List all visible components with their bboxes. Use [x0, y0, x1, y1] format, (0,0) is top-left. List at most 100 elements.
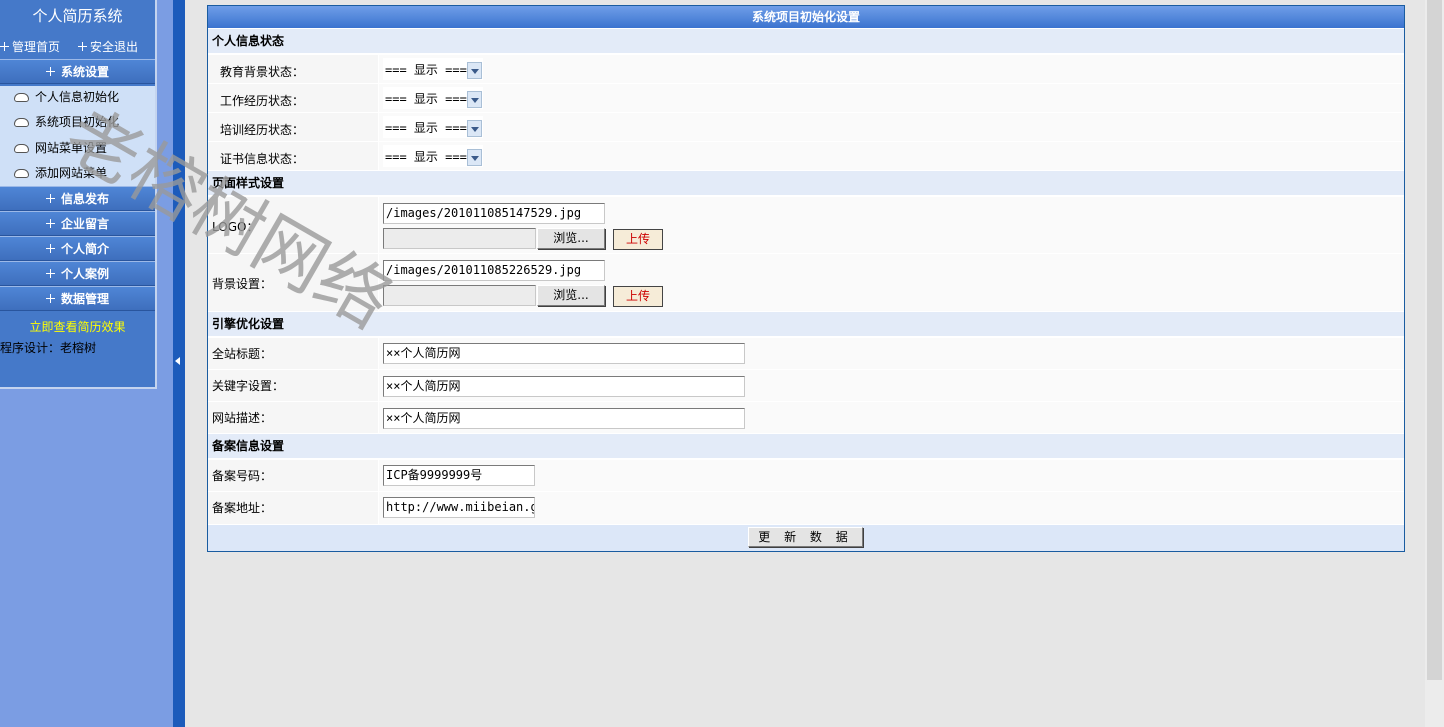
menu-label: 数据管理 — [60, 292, 109, 306]
submit-row: 更 新 数 据 — [208, 525, 1404, 551]
plus-icon — [45, 244, 55, 253]
icp-number-input[interactable]: ICP备9999999号 — [383, 465, 535, 486]
submenu-item-project-init[interactable]: 系统项目初始化 — [14, 112, 119, 132]
logo-row: LOGO： /images/201011085147529.jpg 浏览... … — [208, 197, 1404, 254]
training-status-select[interactable]: === 显示 === — [383, 116, 483, 138]
row-label: 证书信息状态： — [220, 152, 305, 166]
section-seo: 引擎优化设置 — [208, 312, 1404, 337]
description-input[interactable]: ××个人简历网 — [383, 408, 745, 429]
background-upload-button[interactable]: 上传 — [613, 286, 663, 307]
top-links: 管理首页 安全退出 — [0, 38, 155, 58]
logo-upload-button[interactable]: 上传 — [613, 229, 663, 250]
menu-system-settings[interactable]: 系统设置 — [0, 59, 155, 84]
system-title: 个人简历系统 — [32, 7, 123, 25]
education-status-select[interactable]: === 显示 === — [383, 58, 483, 80]
sidebar: 个人简历系统 管理首页 安全退出 系统设置 个人信息初始化 系统项目初始化 网站… — [0, 0, 173, 727]
cloud-icon — [14, 93, 29, 102]
status-row-education: 教育背景状态： === 显示 === — [208, 55, 1404, 84]
dropdown-arrow-icon — [467, 120, 482, 137]
menu-cases[interactable]: 个人案例 — [0, 261, 155, 286]
menu-label: 个人案例 — [60, 267, 109, 281]
work-status-select[interactable]: === 显示 === — [383, 87, 483, 109]
sidebar-panel: 个人简历系统 管理首页 安全退出 系统设置 个人信息初始化 系统项目初始化 网站… — [0, 0, 157, 389]
seo-row-keywords: 关键字设置： ××个人简历网 — [208, 370, 1404, 402]
home-link-label: 管理首页 — [12, 40, 61, 54]
select-value: === 显示 === — [385, 121, 467, 135]
plus-icon — [45, 294, 55, 303]
select-value: === 显示 === — [385, 63, 467, 77]
menu-label: 系统设置 — [60, 65, 109, 79]
status-row-training: 培训经历状态： === 显示 === — [208, 113, 1404, 142]
status-row-work: 工作经历状态： === 显示 === — [208, 84, 1404, 113]
plus-icon — [45, 67, 55, 76]
logout-link[interactable]: 安全退出 — [78, 38, 138, 56]
site-title-input[interactable]: ××个人简历网 — [383, 343, 745, 364]
menu-publish[interactable]: 信息发布 — [0, 186, 155, 211]
select-value: === 显示 === — [385, 150, 467, 164]
submenu-item-personal-init[interactable]: 个人信息初始化 — [14, 87, 119, 107]
menu-label: 个人简介 — [60, 242, 109, 256]
menu-messages[interactable]: 企业留言 — [0, 211, 155, 236]
main-area: 系统项目初始化设置 个人信息状态 教育背景状态： === 显示 === 工作经历… — [185, 0, 1425, 727]
row-label: 备案号码： — [212, 469, 273, 483]
dropdown-arrow-icon — [467, 91, 482, 108]
certificate-status-select[interactable]: === 显示 === — [383, 145, 483, 167]
menu-profile[interactable]: 个人简介 — [0, 236, 155, 261]
background-browse-button[interactable]: 浏览... — [537, 285, 605, 306]
home-link[interactable]: 管理首页 — [0, 38, 60, 56]
submenu-item-label: 添加网站菜单 — [35, 166, 108, 180]
plus-icon — [0, 42, 9, 51]
menu-data[interactable]: 数据管理 — [0, 286, 155, 311]
keywords-input[interactable]: ××个人简历网 — [383, 376, 745, 397]
dropdown-arrow-icon — [467, 62, 482, 79]
plus-icon — [45, 194, 55, 203]
background-row: 背景设置： /images/201011085226529.jpg 浏览... … — [208, 254, 1404, 312]
background-path-input[interactable]: /images/201011085226529.jpg — [383, 260, 605, 281]
plus-icon — [45, 269, 55, 278]
settings-panel: 系统项目初始化设置 个人信息状态 教育背景状态： === 显示 === 工作经历… — [207, 5, 1405, 552]
submenu-item-label: 系统项目初始化 — [35, 115, 120, 129]
panel-title: 系统项目初始化设置 — [208, 6, 1404, 28]
row-label: 教育背景状态： — [220, 65, 305, 79]
logout-link-label: 安全退出 — [90, 40, 139, 54]
collapse-arrow-icon — [175, 357, 180, 365]
status-row-certificate: 证书信息状态： === 显示 === — [208, 142, 1404, 171]
logo-file-input[interactable] — [383, 228, 536, 249]
cloud-icon — [14, 144, 29, 153]
preview-resume-link[interactable]: 立即查看简历效果 — [0, 318, 155, 335]
logo-path-input[interactable]: /images/201011085147529.jpg — [383, 203, 605, 224]
icp-number-row: 备案号码： ICP备9999999号 — [208, 460, 1404, 492]
scrollbar-thumb[interactable] — [1427, 0, 1442, 680]
select-value: === 显示 === — [385, 92, 467, 106]
seo-row-title: 全站标题： ××个人简历网 — [208, 338, 1404, 370]
row-label: 工作经历状态： — [220, 94, 305, 108]
submenu-item-label: 网站菜单设置 — [35, 141, 108, 155]
cloud-icon — [14, 118, 29, 127]
background-file-input[interactable] — [383, 285, 536, 306]
row-label: 网站描述： — [212, 411, 273, 425]
submenu-item-add-menu[interactable]: 添加网站菜单 — [14, 163, 107, 183]
section-personal-status: 个人信息状态 — [208, 29, 1404, 54]
system-settings-submenu: 个人信息初始化 系统项目初始化 网站菜单设置 添加网站菜单 — [0, 86, 155, 186]
row-label: LOGO： — [212, 220, 259, 234]
row-label: 背景设置： — [212, 277, 273, 291]
submenu-item-menu-settings[interactable]: 网站菜单设置 — [14, 138, 107, 158]
logo-browse-button[interactable]: 浏览... — [537, 228, 605, 249]
plus-icon — [45, 219, 55, 228]
row-label: 备案地址： — [212, 501, 273, 515]
plus-icon — [78, 42, 87, 51]
row-label: 培训经历状态： — [220, 123, 305, 137]
seo-row-description: 网站描述： ××个人简历网 — [208, 402, 1404, 434]
row-label: 全站标题： — [212, 347, 273, 361]
sidebar-toggle-bar[interactable] — [173, 0, 185, 727]
section-page-style: 页面样式设置 — [208, 171, 1404, 196]
menu-label: 企业留言 — [60, 217, 109, 231]
dropdown-arrow-icon — [467, 149, 482, 166]
update-data-button[interactable]: 更 新 数 据 — [748, 527, 863, 547]
scrollbar-track[interactable] — [1425, 0, 1444, 727]
icp-url-input[interactable]: http://www.miibeian.g — [383, 497, 535, 518]
row-label: 关键字设置： — [212, 379, 285, 393]
submenu-item-label: 个人信息初始化 — [35, 90, 120, 104]
section-icp: 备案信息设置 — [208, 434, 1404, 459]
icp-url-row: 备案地址： http://www.miibeian.g — [208, 492, 1404, 525]
